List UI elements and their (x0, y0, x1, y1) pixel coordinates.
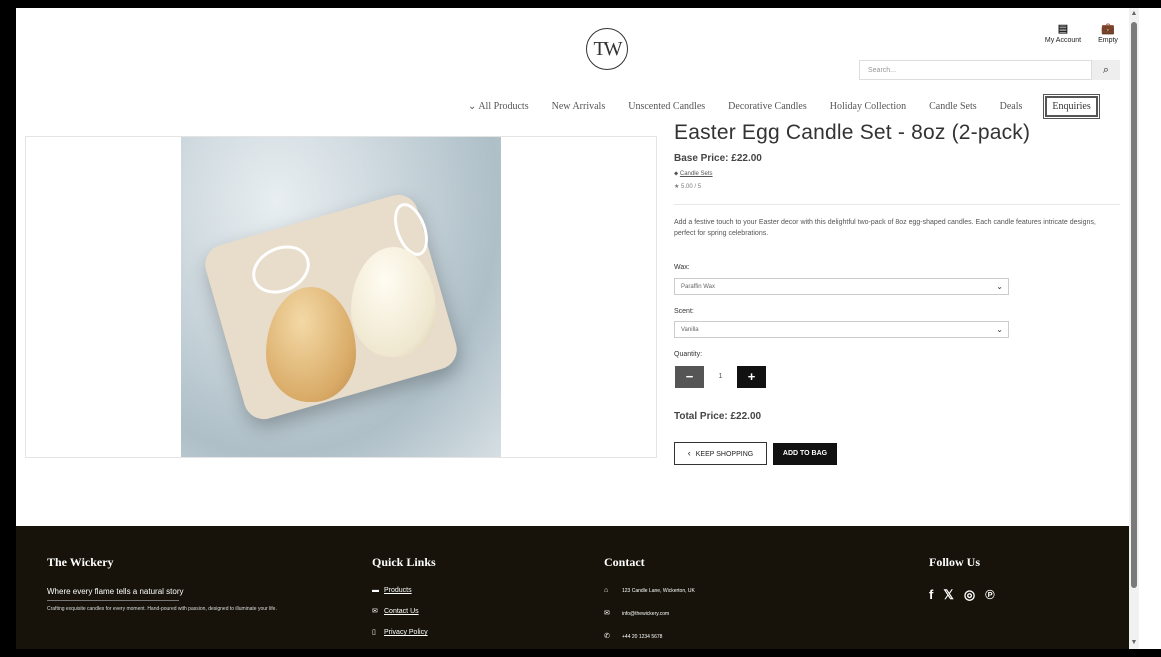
total-price: Total Price: £22.00 (674, 411, 762, 422)
contact-email[interactable]: ✉ info@thewickery.com (604, 609, 695, 617)
follow-us-title: Follow Us (929, 555, 980, 569)
window-edge (1139, 8, 1161, 649)
nav-candle-sets[interactable]: Candle Sets (929, 101, 977, 112)
footer-contact-column: Contact ⌂ 123 Candle Lane, Wickerton, UK … (604, 555, 695, 649)
footer-blurb: Crafting exquisite candles for every mom… (47, 606, 277, 612)
product-rating: ★ 5.00 / 5 (674, 184, 702, 190)
search-input[interactable]: Search... (859, 60, 1092, 80)
shopping-bag-link[interactable]: 💼 Empty (1093, 22, 1123, 44)
main-nav: ⌄ All Products New Arrivals Unscented Ca… (468, 94, 1100, 119)
chevron-down-icon: ⌄ (468, 101, 479, 112)
chevron-left-icon: ‹ (687, 448, 691, 458)
minus-icon: − (685, 369, 694, 384)
search-button[interactable]: ⌕ (1092, 60, 1120, 80)
scent-select[interactable]: Vanilla ⌄ (674, 321, 1009, 338)
page-scrollbar[interactable]: ▲ ▼ (1129, 8, 1139, 649)
quantity-increase-button[interactable]: + (737, 366, 766, 388)
home-icon: ⌂ (604, 587, 609, 594)
facebook-icon[interactable]: f (929, 587, 933, 603)
search-icon: ⌕ (1102, 64, 1110, 76)
base-price: Base Price: £22.00 (674, 153, 762, 164)
scroll-down-icon[interactable]: ▼ (1130, 639, 1138, 647)
footer-social-column: Follow Us f 𝕏 ◎ ℗ (929, 555, 995, 603)
nav-decorative-candles[interactable]: Decorative Candles (728, 101, 807, 112)
instagram-icon[interactable]: ◎ (964, 587, 975, 603)
footer-link-contact[interactable]: ✉ Contact Us (372, 607, 436, 615)
product-description: Add a festive touch to your Easter decor… (674, 219, 1096, 237)
contact-phone[interactable]: ✆ +44 20 1234 5678 (604, 632, 695, 640)
footer-brand-column: The Wickery Where every flame tells a na… (47, 555, 302, 613)
footer-link-products[interactable]: ▬ Products (372, 587, 436, 594)
quantity-input[interactable]: 1 (704, 366, 737, 388)
pinterest-icon[interactable]: ℗ (985, 587, 995, 603)
footer-tagline: Where every flame tells a natural story (47, 587, 184, 601)
document-icon: ▯ (372, 629, 376, 636)
x-twitter-icon[interactable]: 𝕏 (943, 587, 953, 603)
scrollbar-thumb[interactable] (1131, 22, 1137, 588)
my-account-link[interactable]: ▤ My Account (1038, 22, 1088, 44)
quantity-label: Quantity: (674, 351, 703, 358)
bag-status-label: Empty (1098, 37, 1118, 44)
footer-links-column: Quick Links ▬ Products ✉ Contact Us ▯ Priva… (372, 555, 436, 649)
nav-new-arrivals[interactable]: New Arrivals (552, 101, 606, 112)
bag-icon: 💼 (1101, 23, 1115, 35)
nav-unscented-candles[interactable]: Unscented Candles (628, 101, 705, 112)
box-icon: ▬ (372, 587, 379, 594)
star-icon: ★ (674, 184, 682, 190)
keep-shopping-button[interactable]: ‹ KEEP SHOPPING (674, 442, 767, 465)
product-photo[interactable] (181, 137, 501, 457)
phone-icon: ✆ (604, 633, 610, 640)
wax-select[interactable]: Paraffin Wax ⌄ (674, 278, 1009, 295)
page-viewport: TW ▤ My Account 💼 Empty Search... ⌕ ⌄ Al… (16, 8, 1129, 649)
product-category: ⬥ Candle Sets (674, 171, 713, 178)
my-account-label: My Account (1044, 37, 1082, 44)
contact-title: Contact (604, 555, 645, 569)
product-image-frame (25, 136, 657, 458)
quick-links-title: Quick Links (372, 555, 436, 569)
footer-brand-title: The Wickery (47, 555, 114, 569)
nav-deals[interactable]: Deals (1000, 101, 1023, 112)
brand-logo[interactable]: TW (586, 28, 628, 70)
scroll-up-icon[interactable]: ▲ (1130, 10, 1138, 18)
category-link[interactable]: Candle Sets (680, 171, 713, 177)
nav-all-products[interactable]: ⌄ All Products (468, 101, 529, 112)
footer-link-privacy[interactable]: ▯ Privacy Policy (372, 628, 436, 636)
wax-label: Wax: (674, 264, 690, 271)
social-links: f 𝕏 ◎ ℗ (929, 587, 995, 603)
nav-holiday-collection[interactable]: Holiday Collection (830, 101, 906, 112)
site-footer: The Wickery Where every flame tells a na… (16, 526, 1129, 649)
chevron-down-icon: ⌄ (996, 325, 1003, 334)
envelope-icon: ✉ (372, 608, 378, 615)
envelope-icon: ✉ (604, 610, 610, 617)
account-icon: ▤ (1057, 23, 1069, 35)
scent-label: Scent: (674, 308, 694, 315)
quantity-decrease-button[interactable]: − (675, 366, 704, 388)
plus-icon: + (747, 369, 756, 384)
product-title: Easter Egg Candle Set - 8oz (2-pack) (674, 121, 1031, 144)
contact-address: ⌂ 123 Candle Lane, Wickerton, UK (604, 587, 695, 594)
divider (674, 204, 1120, 205)
chevron-down-icon: ⌄ (996, 282, 1003, 291)
add-to-bag-button[interactable]: ADD TO BAG (773, 443, 837, 465)
nav-enquiries[interactable]: Enquiries (1043, 94, 1100, 119)
